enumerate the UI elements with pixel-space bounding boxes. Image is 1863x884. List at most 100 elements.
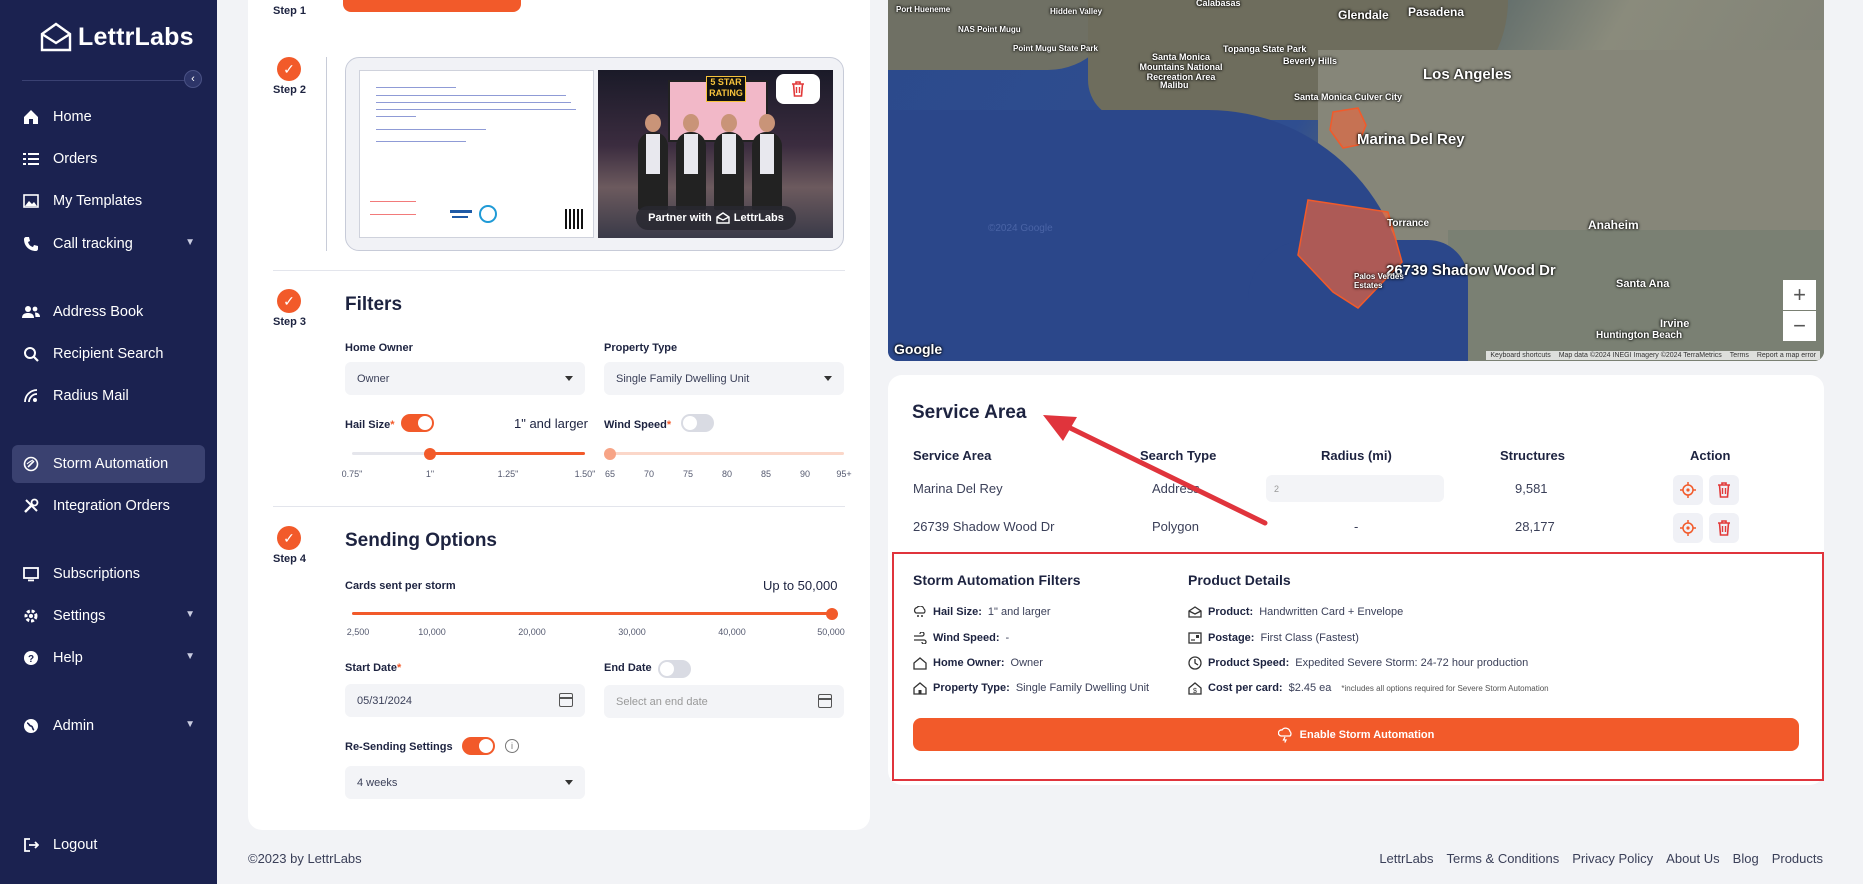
end-date-input[interactable]: Select an end date bbox=[604, 685, 844, 718]
info-icon[interactable]: i bbox=[505, 739, 519, 753]
card-back-photo[interactable]: 5 STAR RATING Partner with LettrLabs bbox=[598, 70, 833, 238]
step-2-check-icon: ✓ bbox=[277, 57, 301, 81]
partner-text: Partner with bbox=[648, 212, 712, 224]
map-label-mountains: Santa Monica Mountains National Recreati… bbox=[1139, 52, 1223, 82]
resend-interval-select[interactable]: 4 weeks bbox=[345, 766, 585, 799]
sidebar-item-subscriptions[interactable]: Subscriptions bbox=[12, 555, 205, 593]
delete-row-button[interactable] bbox=[1709, 475, 1739, 505]
resending-toggle[interactable] bbox=[462, 737, 495, 755]
step-3-label: Step 3 bbox=[273, 316, 307, 328]
chevron-down-icon: ▼ bbox=[185, 237, 195, 248]
sending-options-title: Sending Options bbox=[345, 530, 497, 551]
cards-slider-knob[interactable] bbox=[826, 608, 838, 620]
sidebar-item-home[interactable]: Home bbox=[12, 98, 205, 136]
locate-button[interactable] bbox=[1673, 475, 1703, 505]
service-area-polygons bbox=[1297, 107, 1403, 309]
sidebar-item-label: Storm Automation bbox=[53, 456, 169, 472]
end-date-toggle[interactable] bbox=[658, 660, 691, 678]
start-date-value: 05/31/2024 bbox=[357, 694, 413, 707]
hail-tick: 1.25" bbox=[497, 469, 519, 479]
enable-storm-automation-button[interactable]: Enable Storm Automation bbox=[913, 718, 1799, 751]
footer-link-products[interactable]: Products bbox=[1772, 851, 1823, 866]
row-search-type: Polygon bbox=[1152, 519, 1199, 534]
step-1-label: Step 1 bbox=[273, 5, 307, 17]
chevron-down-icon: ▼ bbox=[185, 651, 195, 662]
sidebar-item-logout[interactable]: Logout bbox=[12, 826, 205, 864]
sidebar-item-address-book[interactable]: Address Book bbox=[12, 293, 205, 331]
footer-link-terms[interactable]: Terms & Conditions bbox=[1447, 851, 1560, 866]
map-label-irvine: Irvine bbox=[1660, 318, 1690, 330]
sidebar-item-label: Recipient Search bbox=[53, 346, 164, 362]
column-structures: Structures bbox=[1500, 448, 1566, 463]
handwriting-line bbox=[376, 141, 466, 142]
keyboard-shortcuts-link[interactable]: Keyboard shortcuts bbox=[1490, 352, 1550, 359]
sidebar-item-label: Help bbox=[53, 650, 83, 666]
step-4-label: Step 4 bbox=[273, 553, 307, 565]
service-area-map[interactable]: Port Hueneme NAS Point Mugu Point Mugu S… bbox=[888, 0, 1824, 361]
zoom-out-button[interactable]: − bbox=[1783, 311, 1816, 341]
sidebar-item-label: Call tracking bbox=[53, 236, 133, 252]
sidebar-item-recipient-search[interactable]: Recipient Search bbox=[12, 335, 205, 373]
storm-automation-filters-title: Storm Automation Filters bbox=[913, 572, 1081, 588]
trash-icon bbox=[1718, 482, 1730, 498]
sidebar-item-my-templates[interactable]: My Templates bbox=[12, 182, 205, 220]
sidebar-item-label: My Templates bbox=[53, 193, 143, 209]
home-owner-select[interactable]: Owner bbox=[345, 362, 585, 395]
footer-link-lettrlabs[interactable]: LettrLabs bbox=[1379, 851, 1433, 866]
map-label-palos-verdes: Palos Verdes Estates bbox=[1354, 272, 1404, 290]
svg-text:?: ? bbox=[28, 654, 34, 665]
wind-speed-slider-knob[interactable] bbox=[604, 448, 616, 460]
hail-size-slider-knob[interactable] bbox=[423, 448, 436, 460]
wind-speed-slider-track[interactable] bbox=[610, 452, 844, 455]
report-map-error-link[interactable]: Report a map error bbox=[1757, 352, 1816, 359]
zoom-in-button[interactable]: + bbox=[1783, 280, 1816, 310]
step-4-check-icon: ✓ bbox=[277, 526, 301, 550]
partner-pill: Partner with LettrLabs bbox=[636, 206, 796, 230]
property-type-select[interactable]: Single Family Dwelling Unit bbox=[604, 362, 844, 395]
filter-detail-property-type: Property Type: Single Family Dwelling Uni… bbox=[913, 681, 1149, 695]
wind-tick: 75 bbox=[682, 469, 694, 479]
map-label-pasadena: Pasadena bbox=[1408, 5, 1465, 19]
chevron-down-icon: ▼ bbox=[185, 609, 195, 620]
row-area: 26739 Shadow Wood Dr bbox=[913, 519, 1055, 534]
footer-link-about[interactable]: About Us bbox=[1666, 851, 1719, 866]
locate-button[interactable] bbox=[1673, 513, 1703, 543]
shadow-wood-polygon bbox=[1297, 199, 1403, 309]
sidebar-item-integration-orders[interactable]: Integration Orders bbox=[12, 487, 205, 525]
price-house-icon: $ bbox=[1188, 681, 1202, 695]
svg-text:$: $ bbox=[1193, 688, 1197, 695]
wind-speed-toggle[interactable] bbox=[681, 414, 714, 432]
map-label-malibu: Malibu bbox=[1160, 80, 1189, 90]
sidebar-item-label: Settings bbox=[53, 608, 106, 624]
sidebar-item-orders[interactable]: Orders bbox=[12, 140, 205, 178]
brand-logo[interactable]: LettrLabs bbox=[40, 22, 194, 52]
cards-per-storm-value: Up to 50,000 bbox=[763, 578, 838, 593]
sidebar-item-admin[interactable]: Admin ▼ bbox=[12, 707, 205, 745]
delete-row-button[interactable] bbox=[1709, 513, 1739, 543]
start-date-input[interactable]: 05/31/2024 bbox=[345, 684, 585, 717]
card-front-preview[interactable] bbox=[359, 70, 594, 238]
row-area: Marina Del Rey bbox=[913, 481, 1003, 496]
footer-link-blog[interactable]: Blog bbox=[1733, 851, 1759, 866]
delete-design-button[interactable] bbox=[776, 74, 820, 104]
storm-icon bbox=[21, 454, 41, 474]
map-label-beverly-hills: Beverly Hills bbox=[1283, 56, 1338, 66]
sidebar-item-radius-mail[interactable]: Radius Mail bbox=[12, 377, 205, 415]
sidebar-item-call-tracking[interactable]: Call tracking ▼ bbox=[12, 225, 205, 263]
sidebar-collapse-button[interactable]: ‹ bbox=[184, 70, 202, 88]
lettrlabs-realty-logo bbox=[450, 205, 497, 223]
sidebar-item-settings[interactable]: Settings ▼ bbox=[12, 597, 205, 635]
hail-size-toggle[interactable] bbox=[401, 414, 434, 432]
cards-slider-fill bbox=[352, 612, 832, 615]
wind-tick: 70 bbox=[643, 469, 655, 479]
footer-link-privacy[interactable]: Privacy Policy bbox=[1572, 851, 1653, 866]
wind-speed-label: Wind Speed* bbox=[604, 419, 672, 431]
sidebar-item-label: Address Book bbox=[53, 304, 144, 320]
map-terms-link[interactable]: Terms bbox=[1730, 352, 1749, 359]
step1-action-button[interactable] bbox=[343, 0, 521, 12]
radius-input[interactable]: 2 bbox=[1266, 475, 1444, 502]
section-divider bbox=[273, 270, 845, 271]
sidebar-item-help[interactable]: ? Help ▼ bbox=[12, 639, 205, 677]
sidebar-item-storm-automation[interactable]: Storm Automation bbox=[12, 445, 205, 483]
home-owner-label: Home Owner bbox=[345, 342, 413, 354]
